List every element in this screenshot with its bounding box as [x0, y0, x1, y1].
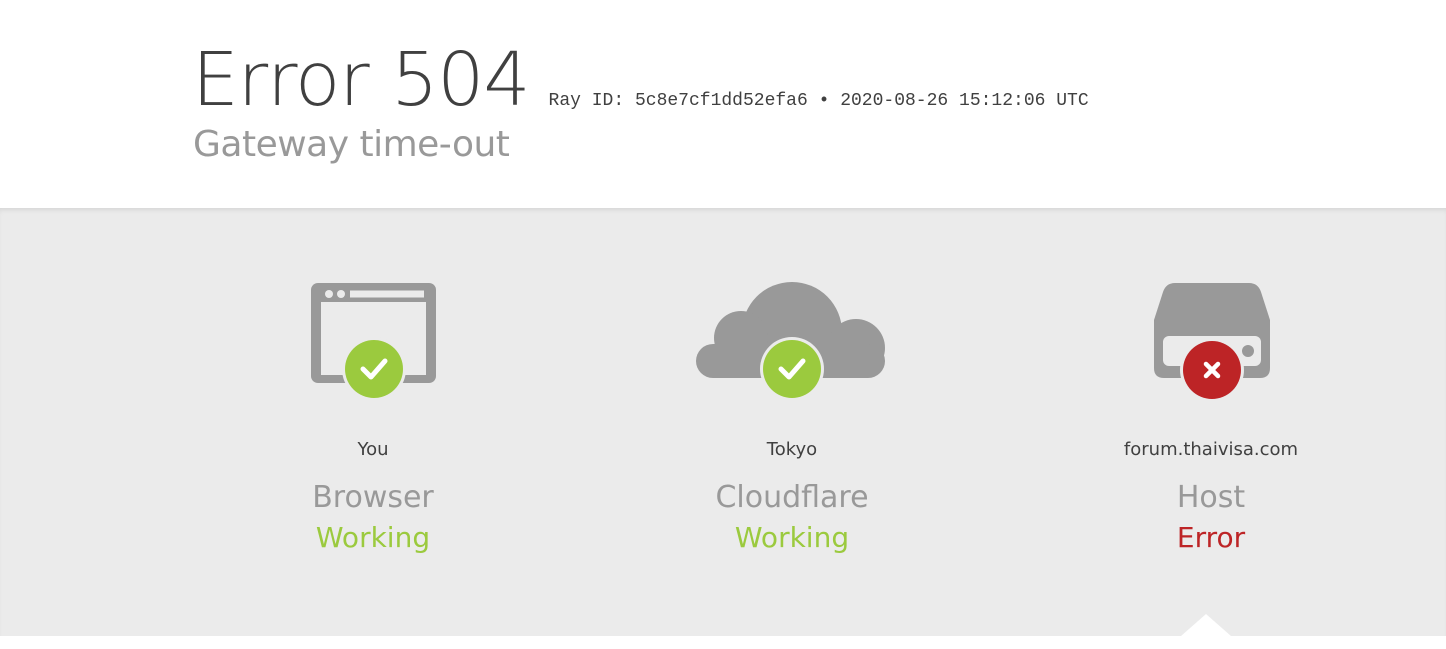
ray-id: Ray ID: 5c8e7cf1dd52efa6 • 2020-08-26 15… — [548, 91, 1089, 111]
node-location: Tokyo — [766, 439, 818, 460]
node-status: Working — [734, 521, 850, 554]
node-status: Working — [315, 521, 431, 554]
error-line: Error 504 Ray ID: 5c8e7cf1dd52efa6 • 202… — [192, 36, 1089, 124]
success-badge-icon — [345, 340, 403, 398]
node-role: Cloudflare — [715, 480, 869, 515]
node-role: Host — [1176, 480, 1246, 515]
status-diagram: You Browser Working Tokyo Cloudflare Wor… — [0, 208, 1446, 636]
node-status: Error — [1176, 521, 1246, 554]
error-title: Error 504 — [192, 37, 530, 123]
node-location: forum.thaivisa.com — [1123, 439, 1299, 460]
node-location: You — [357, 439, 389, 460]
success-badge-icon — [763, 340, 821, 398]
page-footer-area — [0, 636, 1446, 649]
node-role: Browser — [312, 480, 434, 515]
active-node-pointer — [1181, 614, 1231, 636]
browser-icon — [311, 283, 436, 401]
error-header: Error 504 Ray ID: 5c8e7cf1dd52efa6 • 202… — [0, 0, 1446, 208]
server-icon — [1154, 283, 1270, 402]
cloud-icon — [696, 282, 885, 401]
error-subtitle: Gateway time-out — [193, 124, 510, 165]
